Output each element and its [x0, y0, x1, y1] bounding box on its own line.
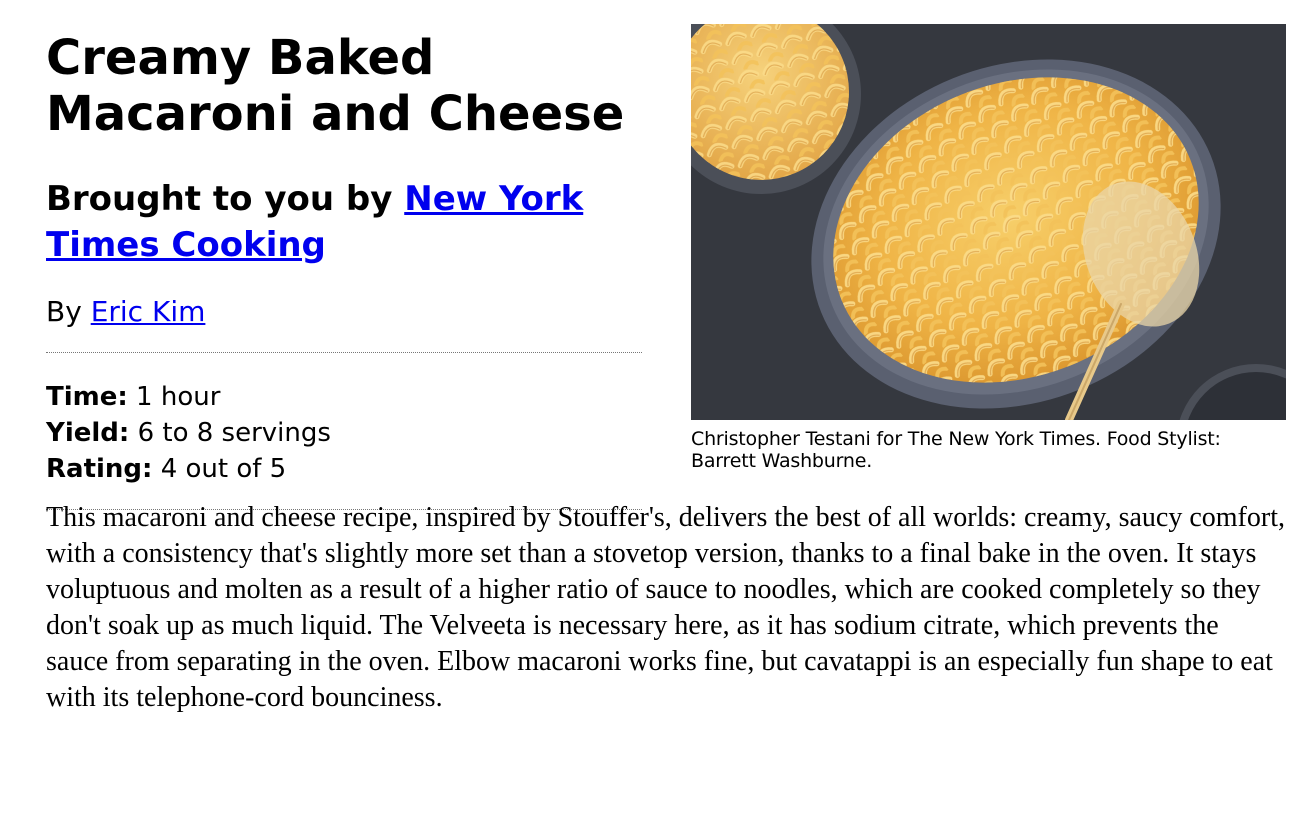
recipe-title: Creamy Baked Macaroni and Cheese	[46, 30, 625, 142]
brought-prefix: Brought to you by	[46, 179, 405, 219]
recipe-meta: Time: 1 hour Yield: 6 to 8 servings Rati…	[46, 379, 646, 487]
photo-caption: Christopher Testani for The New York Tim…	[691, 428, 1221, 472]
byline-prefix: By	[46, 295, 91, 328]
yield-label: Yield:	[46, 418, 130, 448]
time-value: 1 hour	[136, 382, 221, 412]
rating-label: Rating:	[46, 454, 153, 484]
recipe-description: This macaroni and cheese recipe, inspire…	[46, 502, 1285, 713]
recipe-figure: Christopher Testani for The New York Tim…	[691, 24, 1286, 472]
mac-and-cheese-photo	[691, 24, 1286, 420]
author-link[interactable]: Eric Kim	[91, 295, 206, 328]
rating-row: Rating: 4 out of 5	[46, 451, 646, 487]
time-row: Time: 1 hour	[46, 379, 646, 415]
brought-to-you-heading: Brought to you by New York Times Cooking	[46, 176, 646, 268]
recipe-page: Christopher Testani for The New York Tim…	[46, 24, 1286, 744]
yield-row: Yield: 6 to 8 servings	[46, 415, 646, 451]
time-label: Time:	[46, 382, 128, 412]
yield-value: 6 to 8 servings	[137, 418, 331, 448]
byline: By Eric Kim	[46, 294, 646, 330]
rating-value: 4 out of 5	[160, 454, 287, 484]
divider-top	[46, 352, 642, 353]
